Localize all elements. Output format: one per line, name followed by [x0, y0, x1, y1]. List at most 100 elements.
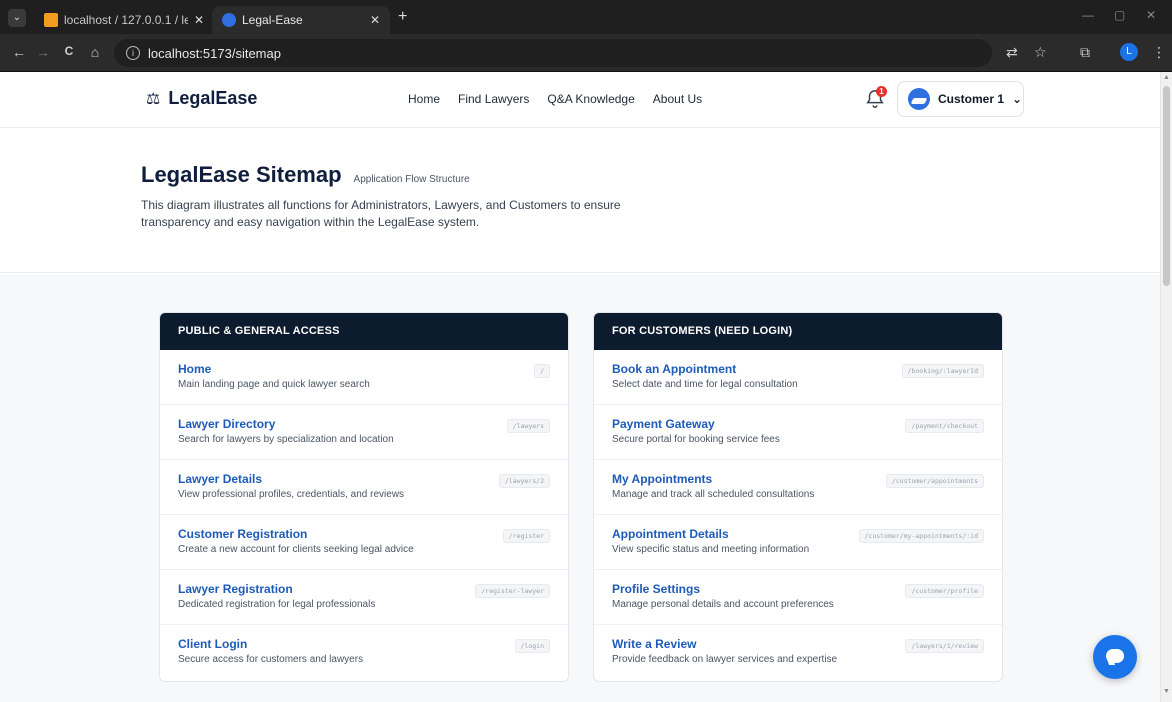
route-badge: /customer/profile [905, 584, 984, 598]
route-badge: /customer/my-appointments/:id [858, 529, 984, 543]
close-tab-icon[interactable]: ✕ [194, 13, 204, 27]
route-badge: / [534, 364, 550, 378]
site-header: ⚖ LegalEase Home Find Lawyers Q&A Knowle… [0, 72, 1160, 128]
scales-icon: ⚖ [146, 90, 161, 108]
restore-icon[interactable]: ▢ [1114, 8, 1125, 22]
browser-menu-icon[interactable]: ⋮ [1152, 44, 1166, 61]
list-item[interactable]: Lawyer Registration Dedicated registrati… [160, 570, 568, 625]
item-title[interactable]: Customer Registration [178, 527, 550, 541]
tab-search-icon[interactable]: ⌄ [8, 9, 26, 27]
item-title[interactable]: Lawyer Details [178, 472, 550, 486]
avatar [908, 88, 930, 110]
forward-icon[interactable]: → [34, 44, 52, 60]
route-badge: /lawyers/2 [498, 474, 550, 488]
page-title-text: LegalEase Sitemap [141, 162, 342, 187]
card-heading: FOR CUSTOMERS (NEED LOGIN) [594, 313, 1002, 350]
translate-icon[interactable]: ⇄ [1006, 44, 1018, 61]
page-description: This diagram illustrates all functions f… [141, 198, 621, 229]
page-title: LegalEase Sitemap Application Flow Struc… [141, 162, 470, 188]
route-badge: /register [502, 529, 550, 543]
user-name: Customer 1 [938, 92, 1005, 106]
card-heading: PUBLIC & GENERAL ACCESS [160, 313, 568, 350]
page-scrollbar[interactable]: ▲ ▼ [1160, 72, 1172, 702]
tab-title: localhost / 127.0.0.1 / legalease [64, 13, 188, 27]
back-icon[interactable]: ← [10, 44, 28, 60]
nav-qa-knowledge[interactable]: Q&A Knowledge [547, 92, 634, 106]
list-item[interactable]: Client Login Secure access for customers… [160, 625, 568, 680]
notification-bell[interactable]: 1 [864, 86, 887, 110]
route-badge: /register-lawyer [475, 584, 550, 598]
reload-icon[interactable]: C [60, 44, 78, 58]
bookmark-star-icon[interactable]: ☆ [1034, 44, 1047, 61]
customer-access-card: FOR CUSTOMERS (NEED LOGIN) Book an Appoi… [593, 312, 1003, 682]
home-icon[interactable]: ⌂ [86, 44, 104, 60]
chat-button[interactable] [1093, 635, 1137, 679]
browser-tab-phpmyadmin[interactable]: localhost / 127.0.0.1 / legalease ✕ [34, 6, 214, 34]
item-title[interactable]: Home [178, 362, 550, 376]
nav-home[interactable]: Home [408, 92, 440, 106]
close-window-icon[interactable]: ✕ [1146, 8, 1156, 22]
sitemap-content: PUBLIC & GENERAL ACCESS Home Main landin… [0, 274, 1160, 702]
item-description: Secure portal for booking service fees [612, 434, 780, 445]
url-text: localhost:5173/sitemap [148, 45, 281, 61]
item-description: Main landing page and quick lawyer searc… [178, 379, 370, 390]
item-description: Provide feedback on lawyer services and … [612, 654, 838, 665]
scroll-thumb[interactable] [1163, 86, 1170, 286]
nav-about-us[interactable]: About Us [653, 92, 702, 106]
route-badge: /payment/checkout [905, 419, 984, 433]
chat-bubble-icon [1106, 649, 1124, 663]
item-description: Manage and track all scheduled consultat… [612, 489, 815, 500]
address-bar[interactable]: i localhost:5173/sitemap [114, 39, 992, 67]
scroll-down-icon[interactable]: ▼ [1163, 688, 1170, 695]
browser-tabstrip: ⌄ localhost / 127.0.0.1 / legalease ✕ Le… [0, 0, 1172, 34]
route-badge: /booking/:lawyerId [901, 364, 984, 378]
list-item[interactable]: Profile Settings Manage personal details… [594, 570, 1002, 625]
notification-badge: 1 [876, 86, 887, 97]
list-item[interactable]: Payment Gateway Secure portal for bookin… [594, 405, 1002, 460]
close-tab-icon[interactable]: ✕ [370, 13, 380, 27]
page-subtitle: Application Flow Structure [353, 174, 470, 185]
legalease-favicon-icon [222, 13, 236, 27]
main-nav: Home Find Lawyers Q&A Knowledge About Us [408, 92, 702, 106]
list-item[interactable]: Lawyer Directory Search for lawyers by s… [160, 405, 568, 460]
scroll-up-icon[interactable]: ▲ [1163, 74, 1170, 81]
item-description: View professional profiles, credentials,… [178, 489, 405, 500]
item-description: View specific status and meeting informa… [612, 544, 810, 555]
item-description: Manage personal details and account pref… [612, 599, 834, 610]
browser-tab-legalease[interactable]: Legal-Ease ✕ [212, 6, 390, 34]
list-item[interactable]: Appointment Details View specific status… [594, 515, 1002, 570]
tab-title: Legal-Ease [242, 13, 303, 27]
site-logo[interactable]: ⚖ LegalEase [146, 88, 257, 109]
extensions-icon[interactable]: ⧉ [1080, 44, 1090, 61]
user-menu-button[interactable]: Customer 1 ⌄ [897, 81, 1024, 117]
page-viewport: ⚖ LegalEase Home Find Lawyers Q&A Knowle… [0, 72, 1160, 702]
site-info-icon[interactable]: i [126, 46, 140, 60]
item-title[interactable]: Lawyer Directory [178, 417, 550, 431]
list-item[interactable]: My Appointments Manage and track all sch… [594, 460, 1002, 515]
list-item[interactable]: Write a Review Provide feedback on lawye… [594, 625, 1002, 680]
list-item[interactable]: Home Main landing page and quick lawyer … [160, 350, 568, 405]
minimize-icon[interactable]: — [1082, 8, 1094, 22]
nav-find-lawyers[interactable]: Find Lawyers [458, 92, 529, 106]
item-description: Secure access for customers and lawyers [178, 654, 364, 665]
route-badge: /customer/appointments [885, 474, 984, 488]
chevron-down-icon: ⌄ [1012, 92, 1023, 106]
list-item[interactable]: Lawyer Details View professional profile… [160, 460, 568, 515]
item-description: Select date and time for legal consultat… [612, 379, 798, 390]
sitemap-hero: LegalEase Sitemap Application Flow Struc… [0, 129, 1160, 273]
browser-toolbar: ← → C ⌂ i localhost:5173/sitemap ⇄ ☆ ⧉ L… [0, 34, 1172, 72]
browser-profile-avatar[interactable]: L [1120, 43, 1138, 61]
item-description: Search for lawyers by specialization and… [178, 434, 394, 445]
logo-text: LegalEase [168, 88, 258, 108]
item-title[interactable]: Client Login [178, 637, 550, 651]
list-item[interactable]: Customer Registration Create a new accou… [160, 515, 568, 570]
item-description: Create a new account for clients seeking… [178, 544, 414, 555]
route-badge: /login [514, 639, 550, 653]
new-tab-icon[interactable]: + [398, 8, 407, 26]
phpmyadmin-favicon-icon [44, 13, 58, 27]
route-badge: /lawyers [506, 419, 550, 433]
list-item[interactable]: Book an Appointment Select date and time… [594, 350, 1002, 405]
public-access-card: PUBLIC & GENERAL ACCESS Home Main landin… [159, 312, 569, 682]
item-description: Dedicated registration for legal profess… [178, 599, 376, 610]
route-badge: /lawyers/1/review [905, 639, 984, 653]
